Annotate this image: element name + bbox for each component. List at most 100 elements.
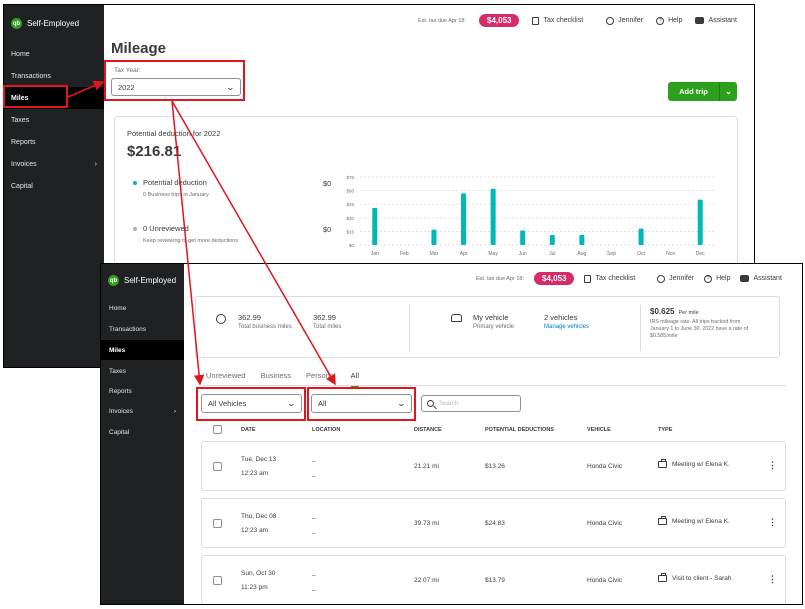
column-header-location[interactable]: LOCATION	[312, 427, 340, 433]
trip-type[interactable]: Meeting w/ Elena K.	[658, 516, 730, 525]
tax-year-select[interactable]: 2022 ⌄	[111, 78, 241, 96]
assistant-label: Assistant	[753, 275, 782, 282]
column-header-date[interactable]: DATE	[241, 427, 256, 433]
column-header-deductions[interactable]: POTENTIAL DEDUCTIONS	[485, 427, 554, 433]
sidebar-item-transactions[interactable]: Transactions	[101, 319, 184, 339]
bar-may[interactable]	[490, 188, 496, 245]
trip-end-location: –	[312, 473, 316, 480]
tax-checklist-label: Tax checklist	[543, 17, 584, 24]
total-miles-value: 362.99	[313, 313, 336, 322]
tax-due-label: Est. tax due Apr 18:	[418, 17, 467, 24]
help-button[interactable]: ? Help	[656, 16, 682, 25]
briefcase-icon	[658, 516, 667, 525]
vehicle-filter-select[interactable]: All Vehicles ⌄	[201, 394, 302, 413]
sidebar-item-miles[interactable]: Miles	[101, 340, 184, 360]
column-header-distance[interactable]: DISTANCE	[414, 427, 442, 433]
trip-type[interactable]: Meeting w/ Elena K.	[658, 459, 730, 468]
table-row[interactable]: Thu, Dec 08 12:23 am – – 39.73 mi $24.83…	[201, 498, 786, 548]
table-row[interactable]: Tue, Dec 13 12:23 am – – 21.21 mi $13.26…	[201, 441, 786, 491]
more-options-icon[interactable]: ⋮	[768, 461, 777, 470]
tax-checklist-link[interactable]: Tax checklist	[532, 16, 584, 25]
search-input[interactable]: Search	[421, 395, 521, 412]
brand[interactable]: qb Self-Employed	[108, 275, 176, 286]
bar-jan[interactable]	[372, 207, 378, 245]
sidebar-item-home[interactable]: Home	[101, 298, 184, 318]
sidebar-item-capital[interactable]: Capital	[4, 175, 104, 197]
user-menu[interactable]: Jennifer	[606, 16, 644, 25]
bar-jul[interactable]	[549, 235, 555, 245]
trip-time: 11:23 pm	[241, 584, 268, 591]
vehicle-name: My vehicle	[473, 313, 509, 322]
add-trip-button[interactable]: Add trip ⌄	[668, 82, 737, 101]
bar-aug[interactable]	[579, 235, 585, 245]
column-header-vehicle[interactable]: VEHICLE	[587, 427, 611, 433]
search-icon	[427, 400, 434, 407]
type-filter-select[interactable]: All ⌄	[311, 394, 412, 413]
tax-year-value: 2022	[118, 82, 135, 92]
help-button[interactable]: ? Help	[704, 274, 730, 283]
main-content: Est. tax due Apr 18: $4,053 Tax checklis…	[184, 264, 802, 604]
deduction-amount: $0	[323, 179, 332, 188]
trip-type[interactable]: Visit to client - Sarah	[658, 573, 732, 582]
sidebar-item-reports[interactable]: Reports	[101, 381, 184, 401]
mileage-rate: $0.625 Per mile	[650, 307, 699, 316]
table-row[interactable]: Sun, Oct 30 11:23 pm – – 22.07 mi $13.79…	[201, 555, 786, 604]
trip-distance: 22.07 mi	[414, 577, 439, 584]
assistant-label: Assistant	[708, 17, 737, 24]
gear-icon	[606, 16, 615, 25]
manage-vehicles-link[interactable]: Manage vehicles	[544, 324, 589, 330]
row-checkbox[interactable]	[213, 519, 222, 528]
deduction-legend: Potential deduction	[133, 178, 207, 187]
more-options-icon[interactable]: ⋮	[768, 575, 777, 584]
chevron-right-icon: ›	[94, 160, 97, 168]
briefcase-icon	[658, 573, 667, 582]
chevron-down-icon: ⌄	[225, 82, 236, 92]
trip-distance: 39.73 mi	[414, 520, 439, 527]
trip-start-location: –	[312, 572, 316, 579]
gear-icon	[657, 274, 666, 283]
trip-time: 12:23 am	[241, 527, 269, 534]
sidebar-item-label: Invoices	[11, 160, 37, 168]
sidebar-item-transactions[interactable]: Transactions	[4, 65, 104, 87]
chevron-down-icon: ⌄	[286, 399, 297, 408]
assistant-button[interactable]: Assistant	[740, 275, 782, 282]
brand[interactable]: qb Self-Employed	[11, 18, 79, 29]
bar-apr[interactable]	[461, 193, 467, 245]
vehicle-filter-value: All Vehicles	[208, 399, 247, 408]
select-all-checkbox[interactable]	[213, 425, 222, 434]
bar-dec[interactable]	[697, 199, 703, 245]
tax-due-badge[interactable]: $4,053	[479, 14, 520, 27]
column-header-type[interactable]: TYPE	[658, 427, 672, 433]
unreviewed-amount: $0	[323, 225, 332, 234]
chevron-down-icon[interactable]: ⌄	[720, 82, 737, 101]
bar-jun[interactable]	[520, 230, 526, 245]
user-menu[interactable]: Jennifer	[657, 274, 694, 283]
trip-vehicle: Honda Civic	[587, 463, 623, 470]
bar-oct[interactable]	[638, 228, 644, 245]
bar-mar[interactable]	[431, 229, 437, 245]
sidebar-item-taxes[interactable]: Taxes	[4, 109, 104, 131]
row-checkbox[interactable]	[213, 576, 222, 585]
car-icon	[451, 314, 462, 322]
row-checkbox[interactable]	[213, 462, 222, 471]
assistant-button[interactable]: Assistant	[695, 17, 737, 24]
sidebar-item-capital[interactable]: Capital	[101, 422, 184, 442]
sidebar-item-label: Reports	[11, 138, 36, 146]
sidebar-item-taxes[interactable]: Taxes	[101, 361, 184, 381]
x-tick-label: Mar	[430, 251, 439, 257]
tax-checklist-link[interactable]: Tax checklist	[584, 274, 635, 283]
chat-icon	[740, 275, 750, 282]
help-icon: ?	[704, 274, 713, 283]
x-tick-label: Dec	[696, 251, 705, 257]
rate-unit: Per mile	[678, 310, 699, 316]
sidebar-item-miles[interactable]: Miles	[4, 87, 104, 109]
more-options-icon[interactable]: ⋮	[768, 518, 777, 527]
sidebar-item-invoices[interactable]: Invoices ›	[101, 401, 184, 421]
tax-due-badge[interactable]: $4,053	[534, 272, 575, 285]
trip-time: 12:23 am	[241, 470, 269, 477]
user-label: Jennifer	[618, 17, 644, 24]
x-tick-label: Aug	[577, 251, 586, 257]
sidebar-item-home[interactable]: Home	[4, 43, 104, 65]
sidebar-item-reports[interactable]: Reports	[4, 131, 104, 153]
sidebar-item-invoices[interactable]: Invoices ›	[4, 153, 104, 175]
